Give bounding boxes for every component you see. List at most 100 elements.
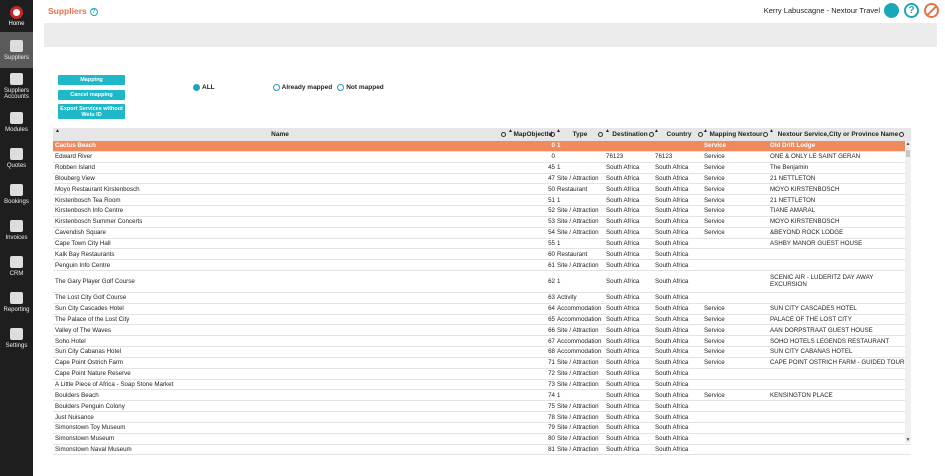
cell-type: Site / Attraction [557,218,599,226]
sidebar-item-crm[interactable]: CRM [0,248,33,284]
export-services-button[interactable]: Export Services without Wetu ID [58,104,125,119]
table-row[interactable]: Simonstown Toy Museum 79 Site / Attraction… [53,423,911,434]
table-row[interactable]: A Little Piece of Africa - Soap Stone Ma… [53,380,911,391]
cell-map-object-id: 65 [548,315,555,323]
scroll-down-icon[interactable]: ▼ [905,437,911,443]
filter-mapped-label: Already mapped [281,84,333,91]
search-icon[interactable] [501,132,506,137]
col-country[interactable]: Country [655,128,703,141]
sidebar-item-reporting[interactable]: Reporting [0,284,33,320]
help-icon[interactable]: ? [904,3,919,18]
cell-type: 1 [557,142,561,150]
table-row[interactable]: Kirstenbosch Tea Room 51 1 South Africa Sout… [53,195,911,207]
table-row[interactable]: Valley of The Waves 66 Site / Attraction So… [53,325,911,337]
sidebar-item-modules[interactable]: Modules [0,104,33,140]
cell-map-object-id: 60 [548,250,555,258]
table-row[interactable]: Sun City Cascades Hotel 64 Accommodation So… [53,304,911,315]
table-row[interactable]: Cape Point Nature Reserve 72 Site / Attrac… [53,369,911,380]
table-row[interactable]: Simonstown Museum 80 Site / Attraction Sout… [53,434,911,445]
cell-nextour-service [770,434,910,444]
col-destination[interactable]: Destination [606,128,654,141]
sidebar-item-invoices[interactable]: Invoices [0,212,33,248]
cell-map-object-id: 61 [548,261,555,269]
table-row[interactable]: Edward River 0 76123 76123 Service ONE & ONLY… [53,152,911,163]
user-name: Kerry Labuscagne - Nextour Travel [763,6,880,15]
logout-icon[interactable] [924,3,939,18]
cell-name: Soho Hotel [55,337,86,345]
cell-map-object-id: 62 [548,277,555,285]
cell-map-object-id: 47 [548,174,555,182]
filter-all[interactable]: ALL [193,84,215,91]
table-row[interactable]: Boulders Beach 74 1 South Africa South Afric… [53,390,911,402]
cell-type: 1 [557,164,561,172]
table-row[interactable]: Moyo Restaurant Kirstenbosch 50 Restaurant… [53,184,911,196]
sidebar-item-label: Suppliers Accounts [3,87,29,100]
cell-name: Simonstown Toy Museum [55,424,126,432]
search-icon[interactable] [763,132,768,137]
search-icon[interactable] [550,132,555,137]
col-map-object-id[interactable]: MapObjectId [511,128,555,141]
cell-type: Accommodation [557,305,602,313]
filter-not-mapped[interactable]: Not mapped [337,84,384,91]
table-row[interactable]: The Lost City Golf Course 63 Activity South… [53,293,911,304]
cell-name: Simonstown Naval Museum [55,446,132,454]
table-row[interactable]: Cavendish Square 54 Site / Attraction South… [53,228,911,239]
cell-type: Site / Attraction [557,435,599,443]
table-scrollbar[interactable]: ▲ ▼ [905,141,911,443]
sidebar-item-bookings[interactable]: Bookings [0,176,33,212]
crm-icon [10,255,23,268]
cell-name: Sun City Cabanas Hotel [55,348,122,356]
table-row[interactable]: Simonstown Naval Museum 81 Site / Attracti… [53,445,911,456]
table-row[interactable]: Soho Hotel 67 Accommodation South Africa Sou… [53,336,911,348]
mapping-button[interactable]: Mapping [58,75,125,85]
title-help-icon[interactable]: ? [89,8,98,16]
sidebar-item-home[interactable]: Home [0,0,33,32]
cell-map-object-id: 72 [548,370,555,378]
col-nextour-service[interactable]: Nextour Service,City or Province Name [770,128,906,141]
table-row[interactable]: Kirstenbosch Info Centre 52 Site / Attract… [53,206,911,217]
search-icon[interactable] [899,132,904,137]
col-name[interactable]: Name [55,128,505,141]
cell-destination: South Africa [606,315,640,323]
sidebar-item-label: Home [8,20,25,27]
table-row[interactable]: Cactus Beach 0 1 Service Old Drift Lodge [53,141,911,152]
cell-type: Restaurant [557,250,588,258]
table-row[interactable]: The Gary Player Golf Course 62 1 South Afri… [53,271,911,293]
cancel-mapping-button[interactable]: Cancel mapping [58,90,125,100]
scroll-thumb[interactable] [906,150,910,157]
table-row[interactable]: Cape Town City Hall 55 1 South Africa South … [53,239,911,250]
cell-type: Site / Attraction [557,359,599,367]
filter-already-mapped[interactable]: Already mapped [272,84,333,91]
col-mapping-nextour[interactable]: Mapping Nextour [704,128,768,141]
cell-map-object-id: 45 [548,164,555,172]
sidebar-item-suppliers-accounts[interactable]: Suppliers Accounts [0,68,33,104]
table-row[interactable]: Robben Island 45 1 South Africa South Africa… [53,163,911,174]
table-row[interactable]: Sun City Cabanas Hotel 68 Accommodation Sou… [53,347,911,358]
cell-type: Site / Attraction [557,402,599,410]
sidebar-item-quotes[interactable]: Quotes [0,140,33,176]
cell-destination: South Africa [606,164,640,172]
table-row[interactable]: Just Nuisance 78 Site / Attraction South Af… [53,412,911,423]
sidebar-item-settings[interactable]: Settings [0,320,33,356]
table-row[interactable]: Penguin Info Centre 61 Site / Attraction So… [53,260,911,272]
cell-name: Simonstown Museum [55,435,115,443]
cell-type [557,152,603,162]
table-row[interactable]: Boulders Penguin Colony 75 Site / Attracti… [53,401,911,413]
table-row[interactable]: Blouberg View 47 Site / Attraction South Af… [53,174,911,185]
cell-nextour-service [770,369,910,379]
sidebar-item-suppliers[interactable]: Suppliers [0,32,33,68]
cell-nextour-service: AAN DORPSTRAAT GUEST HOUSE [770,326,873,334]
search-icon[interactable] [598,132,603,137]
table-row[interactable]: Kirstenbosch Summer Concerts 53 Site / Att… [53,217,911,228]
table-row[interactable]: The Palace of the Lost City 65 Accommodati… [53,315,911,326]
scroll-up-icon[interactable]: ▲ [905,141,911,147]
table-row[interactable]: Kalk Bay Restaurants 60 Restaurant South Af… [53,249,911,261]
col-type[interactable]: Type [557,128,603,141]
cell-map-object-id: 80 [548,435,555,443]
cell-type: Accommodation [557,348,602,356]
cell-country: South Africa [655,402,689,410]
user-icon[interactable] [884,3,899,18]
cell-country: South Africa [655,413,689,421]
table-row[interactable]: Cape Point Ostrich Farm 71 Site / Attracti… [53,358,911,369]
cell-name: Kalk Bay Restaurants [55,250,115,258]
